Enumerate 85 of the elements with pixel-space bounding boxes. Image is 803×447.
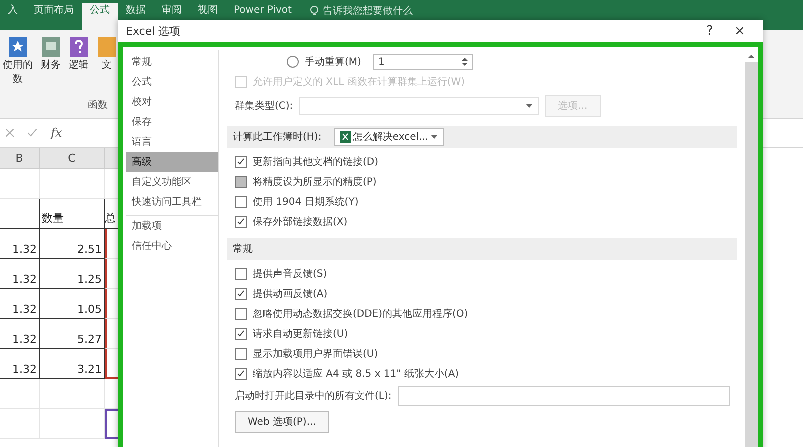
table-cell bbox=[0, 379, 40, 409]
column-header[interactable]: C bbox=[40, 148, 105, 169]
checkbox-label: 显示加载项用户界面错误(U) bbox=[253, 348, 378, 361]
checkbox-label: 更新指向其他文档的链接(D) bbox=[253, 156, 379, 169]
group-label: 函数 bbox=[88, 99, 108, 112]
scroll-up-icon[interactable] bbox=[745, 50, 758, 62]
check-icon bbox=[28, 129, 37, 137]
checkbox[interactable] bbox=[235, 156, 247, 168]
category-item[interactable]: 公式 bbox=[126, 72, 218, 92]
book-icon bbox=[41, 36, 61, 58]
table-cell: 1.05 bbox=[40, 289, 105, 319]
checkbox[interactable] bbox=[235, 308, 247, 320]
checkbox-label: 缩放内容以适应 A4 或 8.5 x 11" 纸张大小(A) bbox=[253, 368, 460, 381]
startup-folder-field[interactable] bbox=[398, 386, 730, 406]
column-header[interactable]: B bbox=[0, 148, 40, 169]
table-cell: 1.32 bbox=[0, 259, 40, 289]
help-button[interactable]: ? bbox=[695, 24, 725, 38]
ribbon-command[interactable]: 使用的 数 bbox=[3, 36, 33, 98]
ribbon-command[interactable]: 文 bbox=[97, 36, 117, 98]
table-cell bbox=[0, 169, 40, 199]
checkbox[interactable] bbox=[235, 348, 247, 360]
checkbox[interactable] bbox=[235, 216, 247, 228]
category-item[interactable]: 快速访问工具栏 bbox=[126, 192, 218, 212]
checkbox[interactable] bbox=[235, 268, 247, 280]
table-cell: 3.21 bbox=[40, 349, 105, 379]
ribbon-command[interactable]: 财务 bbox=[41, 36, 61, 98]
checkbox[interactable] bbox=[235, 196, 247, 208]
cancel-icon bbox=[6, 129, 14, 137]
web-options-button[interactable]: Web 选项(P)... bbox=[235, 411, 330, 433]
caret-icon bbox=[526, 104, 534, 108]
table-cell: 1.32 bbox=[0, 319, 40, 349]
checkbox-label: 请求自动更新链接(U) bbox=[253, 328, 348, 341]
category-item[interactable]: 校对 bbox=[126, 92, 218, 112]
workbook-select[interactable]: 怎么解决excel... bbox=[334, 128, 444, 146]
checkbox-label: 提供声音反馈(S) bbox=[253, 268, 328, 281]
ribbon-tab[interactable]: 公式 bbox=[82, 3, 118, 30]
spreadsheet-icon bbox=[340, 131, 351, 143]
checkbox[interactable] bbox=[235, 176, 247, 188]
category-item[interactable]: 保存 bbox=[126, 112, 218, 132]
tell-me-search[interactable]: 告诉我您想要做什么 bbox=[300, 3, 413, 19]
question-mark-icon bbox=[69, 36, 89, 58]
category-item[interactable]: 常规 bbox=[126, 52, 218, 72]
table-cell bbox=[0, 409, 40, 439]
dialog-title: Excel 选项 bbox=[126, 24, 182, 38]
category-item[interactable]: 语言 bbox=[126, 132, 218, 152]
section-title: 计算此工作簿时(H): bbox=[233, 130, 322, 144]
table-cell: 1.32 bbox=[0, 349, 40, 379]
caret-icon bbox=[430, 135, 438, 139]
table-cell: 5.27 bbox=[40, 319, 105, 349]
table-cell bbox=[0, 199, 40, 229]
checkbox-label: 允许用户定义的 XLL 函数在计算群集上运行(W) bbox=[253, 76, 466, 89]
checkbox-label: 保存外部链接数据(X) bbox=[253, 216, 348, 229]
radio-button[interactable] bbox=[287, 56, 299, 68]
radio-label: 手动重算(M) bbox=[305, 56, 362, 69]
table-cell bbox=[40, 409, 105, 439]
table-cell: 数量 bbox=[40, 199, 105, 229]
category-item[interactable]: 加载项 bbox=[126, 215, 218, 236]
workbook-name: 怎么解决excel... bbox=[352, 130, 429, 144]
checkbox-label: 提供动画反馈(A) bbox=[253, 288, 328, 301]
insert-function-label[interactable]: fx bbox=[51, 126, 62, 140]
table-cell: 1.25 bbox=[40, 259, 105, 289]
category-item[interactable]: 自定义功能区 bbox=[126, 172, 218, 192]
checkbox[interactable] bbox=[235, 328, 247, 340]
iterations-spinner[interactable]: 1 bbox=[373, 54, 474, 70]
checkbox[interactable] bbox=[235, 288, 247, 300]
checkbox-label: 忽略使用动态数据交换(DDE)的其他应用程序(O) bbox=[253, 308, 468, 321]
checkbox-label: 将精度设为所显示的精度(P) bbox=[253, 176, 377, 189]
ribbon-command[interactable]: 逻辑 bbox=[69, 36, 89, 98]
scrollbar[interactable] bbox=[745, 50, 758, 447]
table-cell: 1.32 bbox=[0, 229, 40, 259]
category-item[interactable]: 高级 bbox=[126, 152, 218, 172]
ribbon-tab[interactable]: 页面布局 bbox=[26, 3, 82, 30]
checkbox[interactable] bbox=[235, 368, 247, 380]
section-title: 常规 bbox=[233, 242, 253, 256]
checkbox-label: 使用 1904 日期系统(Y) bbox=[253, 196, 359, 209]
ribbon-tab[interactable]: 入 bbox=[0, 3, 26, 30]
close-button[interactable]: × bbox=[725, 24, 755, 38]
cluster-type-label: 群集类型(C): bbox=[235, 100, 294, 113]
spinner-arrows-icon bbox=[462, 57, 468, 67]
letter-icon bbox=[97, 36, 117, 58]
field-label: 启动时打开此目录中的所有文件(L): bbox=[235, 390, 392, 403]
category-item[interactable]: 信任中心 bbox=[126, 236, 218, 256]
table-cell: 1.32 bbox=[0, 289, 40, 319]
table-cell: 2.51 bbox=[40, 229, 105, 259]
lightbulb-icon bbox=[310, 6, 319, 16]
